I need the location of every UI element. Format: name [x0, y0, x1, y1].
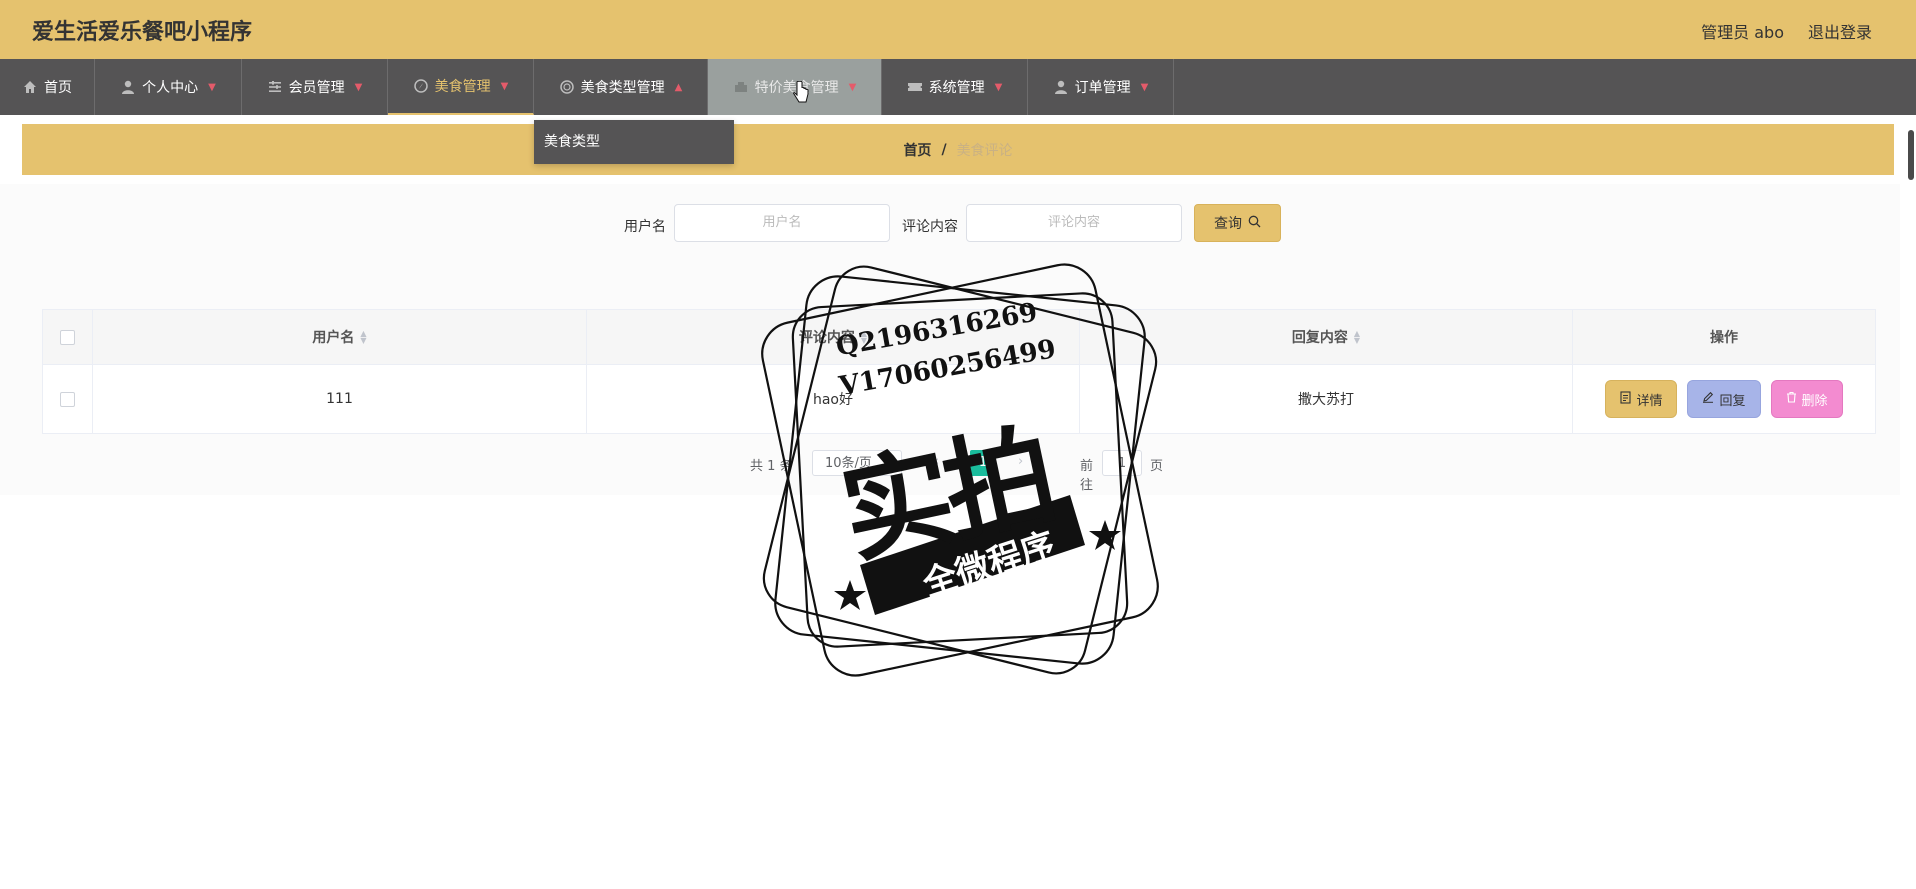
- cell-username: 111: [93, 365, 587, 433]
- nav-label-profile: 个人中心: [142, 80, 199, 96]
- header-select-cell: [43, 310, 93, 364]
- reply-button-label: 回复: [1719, 393, 1746, 409]
- mouse-cursor-icon: [792, 80, 810, 105]
- nav-label-food: 美食管理: [434, 79, 491, 95]
- search-icon: [1248, 215, 1261, 232]
- user-icon: [1053, 79, 1069, 95]
- trash-icon: [1786, 391, 1797, 407]
- edit-icon: [1702, 391, 1714, 407]
- nav-item-orders[interactable]: 订单管理 ▼: [1028, 59, 1174, 115]
- tag-icon: [733, 79, 749, 95]
- sort-icon[interactable]: ▲ ▼: [360, 330, 366, 345]
- header-actions: 操作: [1573, 310, 1875, 364]
- nav-item-food[interactable]: 美食管理 ▼: [388, 59, 534, 115]
- header-username-label: 用户名: [312, 330, 355, 346]
- reply-button[interactable]: 回复: [1687, 380, 1761, 418]
- row-checkbox[interactable]: [60, 391, 75, 407]
- compass-icon: [413, 78, 429, 94]
- chevron-down-icon: ▼: [500, 80, 509, 92]
- home-icon: [22, 79, 38, 95]
- chevron-down-icon: ▼: [848, 81, 857, 93]
- main-nav: 首页 个人中心 ▼ 会员管理 ▼ 美食管理 ▼ 美食类型管理 ▲ 特价美食管理 …: [0, 59, 1916, 115]
- delete-button-label: 删除: [1801, 393, 1828, 409]
- breadcrumb-home[interactable]: 首页: [903, 140, 931, 160]
- chevron-down-icon: ▼: [994, 81, 1003, 93]
- scrollbar[interactable]: [1904, 120, 1916, 190]
- comment-label: 评论内容: [902, 219, 958, 235]
- scrollbar-thumb[interactable]: [1908, 130, 1914, 180]
- delete-button[interactable]: 删除: [1770, 380, 1843, 418]
- nav-label-food-type: 美食类型管理: [580, 80, 665, 96]
- comment-search-input[interactable]: 评论内容: [966, 204, 1182, 242]
- search-bar: 用户名 用户名 评论内容 评论内容 查询: [0, 204, 1916, 244]
- breadcrumb: 首页 / 美食评论: [22, 124, 1894, 175]
- ticket-icon: [907, 79, 923, 95]
- dropdown-item-food-type[interactable]: 美食类型: [534, 120, 734, 164]
- circle-icon: [559, 79, 575, 95]
- nav-label-home: 首页: [44, 80, 72, 96]
- breadcrumb-current: 美食评论: [956, 142, 1013, 159]
- nav-label-orders: 订单管理: [1074, 80, 1131, 96]
- select-all-checkbox[interactable]: [60, 329, 75, 345]
- chevron-down-icon: ▼: [354, 81, 363, 93]
- user-icon: [120, 79, 136, 95]
- sliders-icon: [267, 79, 283, 95]
- chevron-down-icon: ▼: [1140, 81, 1149, 93]
- row-select-cell: [43, 365, 93, 433]
- username-search-input[interactable]: 用户名: [674, 204, 890, 242]
- nav-item-profile[interactable]: 个人中心 ▼: [95, 59, 242, 115]
- cell-actions: 详情 回复 删除: [1573, 365, 1875, 433]
- nav-item-system[interactable]: 系统管理 ▼: [882, 59, 1028, 115]
- admin-name: 管理员 abo: [1701, 23, 1784, 42]
- detail-button[interactable]: 详情: [1605, 380, 1678, 418]
- sort-icon[interactable]: ▲ ▼: [1354, 330, 1360, 345]
- nav-label-members: 会员管理: [288, 80, 345, 96]
- username-label: 用户名: [624, 219, 666, 235]
- nav-item-home[interactable]: 首页: [0, 59, 95, 115]
- document-icon: [1620, 390, 1632, 408]
- breadcrumb-separator: /: [941, 141, 947, 158]
- nav-item-members[interactable]: 会员管理 ▼: [242, 59, 388, 115]
- nav-item-food-type[interactable]: 美食类型管理 ▲: [534, 59, 708, 115]
- header-actions-label: 操作: [1710, 330, 1738, 346]
- detail-button-label: 详情: [1636, 393, 1663, 409]
- chevron-down-icon: ▼: [208, 81, 216, 93]
- header-username[interactable]: 用户名 ▲ ▼: [93, 310, 587, 364]
- app-title: 爱生活爱乐餐吧小程序: [32, 20, 253, 45]
- nav-label-system: 系统管理: [928, 80, 985, 96]
- chevron-up-icon: ▲: [674, 81, 683, 93]
- search-button-label: 查询: [1214, 216, 1242, 232]
- logout-link[interactable]: 退出登录: [1808, 19, 1872, 43]
- top-header: 爱生活爱乐餐吧小程序 管理员 abo 退出登录: [0, 0, 1916, 59]
- search-button[interactable]: 查询: [1194, 204, 1281, 242]
- watermark-stamp: Q2196316269 V17060256499 实拍 全微程序: [740, 255, 1180, 685]
- header-reply-label: 回复内容: [1291, 330, 1348, 346]
